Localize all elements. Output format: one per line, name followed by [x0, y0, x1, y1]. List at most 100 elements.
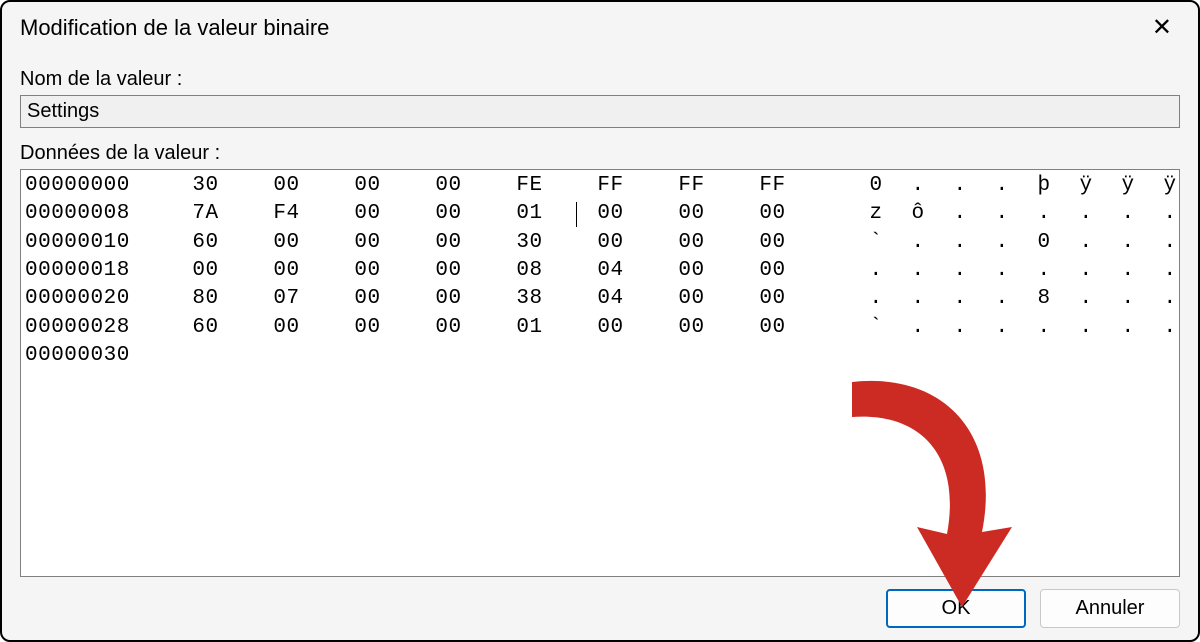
ascii-char[interactable]: . [1065, 200, 1107, 228]
ascii-char[interactable]: . [897, 314, 939, 342]
ascii-char[interactable]: . [1107, 314, 1149, 342]
hex-byte[interactable]: 00 [246, 229, 327, 257]
hex-byte[interactable]: 00 [327, 229, 408, 257]
value-name-input[interactable] [20, 95, 1180, 128]
ascii-char[interactable]: . [897, 172, 939, 200]
hex-byte[interactable]: 00 [651, 285, 732, 313]
ascii-char[interactable]: . [897, 257, 939, 285]
close-icon[interactable]: ✕ [1144, 12, 1180, 44]
ascii-char[interactable]: . [897, 285, 939, 313]
ascii-char[interactable]: ÿ [1149, 172, 1180, 200]
ascii-char[interactable]: z [855, 200, 897, 228]
hex-byte[interactable]: 00 [570, 229, 651, 257]
ascii-char[interactable]: . [981, 314, 1023, 342]
ascii-char[interactable]: 0 [1023, 229, 1065, 257]
hex-byte[interactable]: FE [489, 172, 570, 200]
hex-byte[interactable]: 07 [246, 285, 327, 313]
hex-byte[interactable]: 60 [165, 314, 246, 342]
hex-byte[interactable]: 00 [732, 314, 813, 342]
hex-byte[interactable]: FF [570, 172, 651, 200]
ascii-char[interactable]: . [1107, 229, 1149, 257]
hex-byte[interactable]: 00 [651, 257, 732, 285]
hex-byte[interactable]: FF [651, 172, 732, 200]
ascii-char[interactable]: . [1065, 314, 1107, 342]
ascii-char[interactable]: . [981, 285, 1023, 313]
ascii-char[interactable]: þ [1023, 172, 1065, 200]
hex-byte[interactable]: 00 [246, 172, 327, 200]
ascii-char[interactable]: . [1107, 285, 1149, 313]
hex-byte[interactable]: 00 [732, 229, 813, 257]
ascii-char[interactable]: . [855, 257, 897, 285]
hex-byte[interactable]: 80 [165, 285, 246, 313]
ascii-char[interactable]: . [1149, 285, 1180, 313]
ascii-char[interactable]: . [939, 200, 981, 228]
ascii-char[interactable]: ÿ [1107, 172, 1149, 200]
ascii-char[interactable]: . [981, 229, 1023, 257]
hex-byte[interactable]: 00 [408, 285, 489, 313]
ascii-char[interactable]: ` [855, 314, 897, 342]
ascii-char[interactable]: . [981, 200, 1023, 228]
ascii-char[interactable]: . [939, 172, 981, 200]
hex-byte[interactable]: 00 [246, 314, 327, 342]
hex-byte[interactable]: 00 [651, 229, 732, 257]
hex-byte[interactable]: 00 [732, 257, 813, 285]
ascii-char[interactable]: . [1065, 285, 1107, 313]
ascii-char[interactable]: . [1023, 200, 1065, 228]
hex-byte[interactable]: 38 [489, 285, 570, 313]
ascii-char[interactable]: . [981, 257, 1023, 285]
ascii-char[interactable]: . [981, 172, 1023, 200]
cancel-button[interactable]: Annuler [1040, 589, 1180, 628]
ascii-char[interactable]: . [939, 257, 981, 285]
ascii-char[interactable]: 8 [1023, 285, 1065, 313]
hex-byte[interactable]: 00 [732, 285, 813, 313]
ascii-char[interactable]: ` [855, 229, 897, 257]
ascii-char[interactable]: . [1023, 257, 1065, 285]
hex-byte[interactable]: 00 [570, 314, 651, 342]
ascii-char[interactable]: 0 [855, 172, 897, 200]
hex-byte[interactable]: F4 [246, 200, 327, 228]
hex-byte[interactable]: FF [732, 172, 813, 200]
ascii-char[interactable]: . [1149, 229, 1180, 257]
ascii-char[interactable]: ÿ [1065, 172, 1107, 200]
hex-byte[interactable]: 08 [489, 257, 570, 285]
ascii-char[interactable]: . [939, 229, 981, 257]
ascii-char[interactable]: . [939, 314, 981, 342]
hex-byte[interactable]: 04 [570, 257, 651, 285]
ascii-char[interactable]: . [897, 229, 939, 257]
hex-byte[interactable]: 00 [327, 200, 408, 228]
hex-byte[interactable]: 00 [327, 314, 408, 342]
hex-editor[interactable]: 0000000030000000FEFFFFFF0...þÿÿÿ00000008… [20, 169, 1180, 577]
ascii-char[interactable]: ô [897, 200, 939, 228]
ascii-char[interactable]: . [1149, 257, 1180, 285]
ascii-char[interactable]: . [1065, 229, 1107, 257]
hex-byte[interactable]: 00 [408, 257, 489, 285]
hex-byte[interactable]: 00 [246, 257, 327, 285]
ascii-char[interactable]: . [939, 285, 981, 313]
hex-byte[interactable]: 30 [489, 229, 570, 257]
hex-byte[interactable]: 00 [408, 314, 489, 342]
hex-byte[interactable]: 00 [732, 200, 813, 228]
hex-byte[interactable]: 01 [489, 314, 570, 342]
hex-byte[interactable]: 00 [327, 172, 408, 200]
hex-byte[interactable]: 60 [165, 229, 246, 257]
hex-byte[interactable]: 00 [651, 314, 732, 342]
hex-byte[interactable]: 01 [489, 200, 570, 228]
hex-byte[interactable]: 00 [651, 200, 732, 228]
hex-byte[interactable]: 00 [165, 257, 246, 285]
hex-byte[interactable]: 00 [327, 257, 408, 285]
ascii-char[interactable]: . [1023, 314, 1065, 342]
hex-byte[interactable]: 7A [165, 200, 246, 228]
hex-byte[interactable]: 00 [408, 200, 489, 228]
ascii-char[interactable]: . [1107, 200, 1149, 228]
ascii-char[interactable]: . [1149, 200, 1180, 228]
ascii-char[interactable]: . [1149, 314, 1180, 342]
hex-byte[interactable]: 30 [165, 172, 246, 200]
hex-byte[interactable]: 00 [327, 285, 408, 313]
hex-byte[interactable]: 00 [408, 172, 489, 200]
hex-byte[interactable]: 00 [570, 200, 651, 228]
hex-byte[interactable]: 00 [408, 229, 489, 257]
ascii-char[interactable]: . [855, 285, 897, 313]
ascii-char[interactable]: . [1107, 257, 1149, 285]
ok-button[interactable]: OK [886, 589, 1026, 628]
ascii-char[interactable]: . [1065, 257, 1107, 285]
